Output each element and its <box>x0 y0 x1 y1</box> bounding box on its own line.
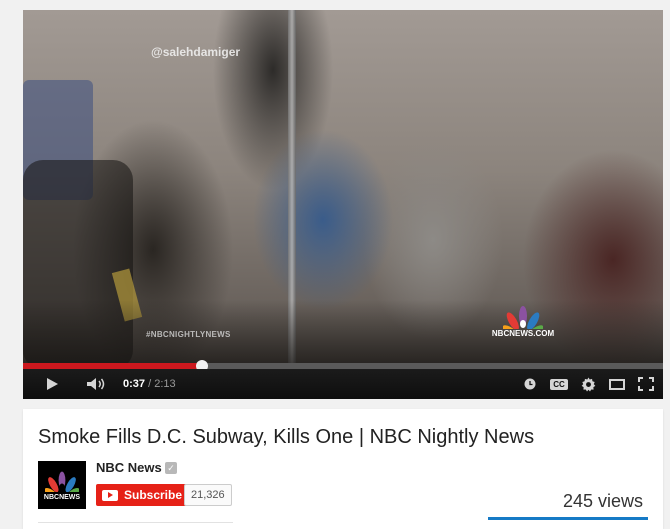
video-watermark: @salehdamiger <box>151 45 241 59</box>
current-time: 0:37 <box>123 378 146 390</box>
subscriber-count: 21,326 <box>184 484 232 506</box>
channel-name-link[interactable]: NBC News <box>96 460 162 475</box>
volume-button[interactable] <box>81 369 111 399</box>
channel-logo-text: NBCNEWS <box>43 493 81 501</box>
peacock-icon <box>503 306 543 329</box>
video-hashtag: #NBCNIGHTLYNEWS <box>146 330 231 339</box>
video-info-panel: Smoke Fills D.C. Subway, Kills One | NBC… <box>23 409 663 529</box>
nbc-overlay-logo: NBCNEWS.COM <box>489 305 557 338</box>
verified-icon: ✓ <box>165 462 177 474</box>
video-frame[interactable]: @salehdamiger #NBCNIGHTLYNEWS NBCNEWS.CO… <box>23 10 663 370</box>
settings-button[interactable] <box>577 369 599 399</box>
fullscreen-icon <box>638 377 654 391</box>
theater-mode-button[interactable] <box>606 369 628 399</box>
overlay-domain: NBCNEWS.COM <box>491 329 555 338</box>
channel-avatar[interactable]: NBCNEWS <box>38 461 86 509</box>
duration: 2:13 <box>154 378 176 390</box>
play-icon <box>47 378 58 390</box>
time-display: 0:37 / 2:13 <box>123 369 176 399</box>
peacock-icon <box>45 471 79 492</box>
video-shade <box>23 300 663 367</box>
youtube-icon <box>102 489 118 501</box>
sentiment-bar <box>488 517 648 520</box>
video-player[interactable]: @salehdamiger #NBCNIGHTLYNEWS NBCNEWS.CO… <box>23 10 663 399</box>
watch-later-button[interactable] <box>520 369 540 399</box>
settings-icon <box>581 376 595 392</box>
theater-mode-icon <box>609 378 625 390</box>
subscribe-button[interactable]: Subscribe <box>96 484 191 506</box>
divider <box>38 522 233 523</box>
view-count: 245 views <box>563 491 644 511</box>
fullscreen-button[interactable] <box>634 369 658 399</box>
captions-button[interactable]: CC <box>548 369 570 399</box>
control-bar: 0:37 / 2:13 CC <box>23 369 663 399</box>
time-separator: / <box>145 378 155 390</box>
video-title: Smoke Fills D.C. Subway, Kills One | NBC… <box>38 426 535 448</box>
watch-later-icon <box>524 378 536 390</box>
captions-icon: CC <box>550 378 568 390</box>
subscribe-label: Subscribe <box>124 488 183 502</box>
play-button[interactable] <box>37 369 67 399</box>
volume-icon <box>87 378 105 390</box>
